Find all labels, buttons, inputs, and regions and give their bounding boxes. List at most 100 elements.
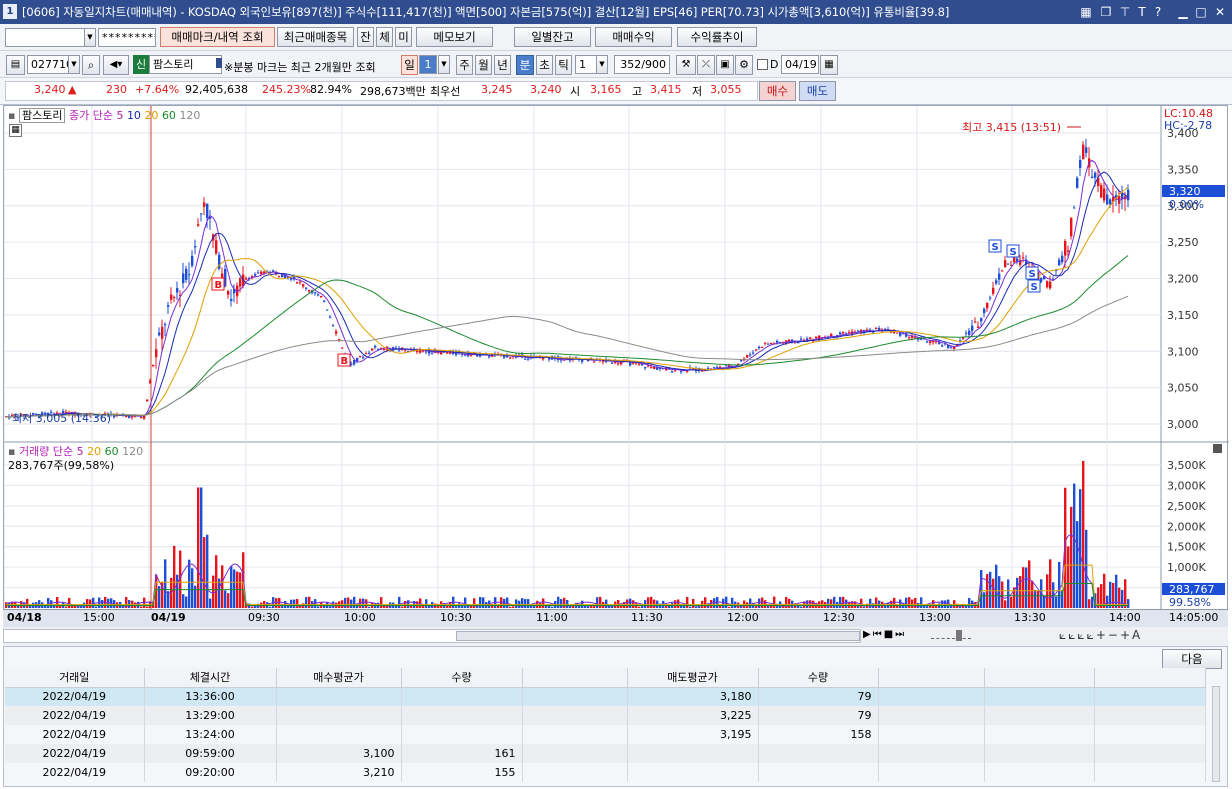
col-buy-qty[interactable]: 수량 [401,668,523,688]
save-icon[interactable]: ▣ [716,55,734,75]
drawing-tools[interactable]: ⟀⟀⟀⟀+−+A [1059,628,1142,643]
period-second-button[interactable]: 초 [536,55,553,75]
period-week-button[interactable]: 주 [456,55,473,75]
period-tick-button[interactable]: 틱 [555,55,572,75]
close-icon[interactable]: ✕ [1212,4,1228,20]
account-input[interactable] [5,28,85,47]
col-buy-avg[interactable]: 매수평균가 [276,668,402,688]
crosshair-icon[interactable]: + [1096,628,1108,642]
volume-bar [863,606,866,608]
gear-icon[interactable]: ⚙ [735,55,753,75]
recent-stocks-button[interactable]: 최근매매종목 [277,27,354,47]
chart-scroll-row: ▶⏮■⏭ ⟀⟀⟀⟀+−+A [3,627,1228,646]
memo-view-button[interactable]: 메모보기 [416,27,493,47]
period-month-button[interactable]: 월 [475,55,492,75]
candle-body [638,363,641,365]
code-dropdown-icon[interactable]: ▼ [68,55,80,74]
candle-body [527,358,530,360]
executed-button[interactable]: 체 [376,27,393,47]
speaker-icon[interactable]: ◀▾ [103,55,129,75]
price-legend-name[interactable]: 팜스토리 [18,108,66,123]
tool-icon[interactable]: ⚒ [676,55,696,75]
interval-dropdown-icon[interactable]: ▼ [596,55,608,74]
tool-a-icon[interactable]: ⟀ [1059,628,1068,642]
period-year-button[interactable]: 년 [494,55,511,75]
stock-code-input[interactable]: 027710 [27,55,69,74]
fast-forward-icon[interactable]: ⏭ [895,629,906,640]
minimize-icon[interactable]: ▁ [1175,4,1191,20]
tool-d-icon[interactable]: ⟀ [1087,628,1096,642]
data-count-input[interactable]: 352/900 [614,55,670,74]
volume-sub-label: 283,767주(99,58%) [8,459,115,472]
calculator-icon[interactable]: ▦ [9,124,22,137]
col-trade-date[interactable]: 거래일 [5,668,145,688]
zoom-slider-handle[interactable] [956,630,962,641]
candle-body [701,370,704,372]
grid-icon[interactable]: ▦ [1078,4,1094,20]
tool-c-icon[interactable]: ⟀ [1077,628,1086,642]
font-icon[interactable]: T [1134,4,1150,20]
day-count-dropdown-icon[interactable]: ▼ [438,55,450,74]
table-row[interactable]: 2022/04/19 09:20:00 3,210 155 [5,763,1206,782]
unexecuted-button[interactable]: 미 [395,27,412,47]
trade-mark-query-button[interactable]: 매매마크/내역 조회 [160,27,275,47]
col-sell-qty[interactable]: 수량 [758,668,879,688]
chart-panel[interactable]: 3,400 3,350 3,300 3,250 3,200 3,150 3,100 3,050… [3,105,1229,628]
account-dropdown-icon[interactable]: ▼ [84,28,96,47]
period-day-button[interactable]: 일 [401,55,418,75]
candle-body [980,317,983,322]
stock-list-icon[interactable]: ▤ [6,55,25,75]
date-input[interactable]: 04/19 [781,55,819,74]
daily-balance-button[interactable]: 일별잔고 [514,27,591,47]
volume-bar [695,606,698,608]
cell-buy-qty: 155 [401,763,523,782]
maximize-icon[interactable]: □ [1193,4,1209,20]
day-count-input[interactable]: 1 [419,55,437,74]
stop-icon[interactable]: ■ [884,629,895,640]
panel-close-icon[interactable] [1213,444,1222,453]
scroll-thumb[interactable] [456,631,860,641]
return-trend-button[interactable]: 수익률추이 [677,27,757,47]
sell-button[interactable]: 매도 [799,81,836,101]
rewind-icon[interactable]: ⏮ [873,629,884,640]
candle-body [764,342,767,344]
table-row[interactable]: 2022/04/19 13:24:00 3,195 158 [5,725,1206,744]
search-icon[interactable]: ⌕ [82,55,100,75]
candle-body [644,367,647,369]
zoom-in-icon[interactable]: + [1120,628,1132,642]
trade-profit-button[interactable]: 매매수익 [595,27,672,47]
stock-name-field[interactable]: 팜스토리 [149,55,222,74]
date-checkbox[interactable] [757,59,768,70]
interval-input[interactable]: 1 [575,55,597,74]
password-input[interactable]: ********* [98,28,156,47]
stock-name-dropdown-icon[interactable] [216,58,222,68]
zoom-out-icon[interactable]: − [1108,628,1120,642]
table-scrollbar[interactable] [1212,686,1220,782]
buy-button[interactable]: 매수 [759,81,796,101]
chart-scrollbar[interactable] [3,629,861,643]
time-tick-label: 04/19 [151,611,186,624]
table-row[interactable]: 2022/04/19 13:36:00 3,180 79 [5,687,1206,706]
balance-button[interactable]: 잔 [357,27,374,47]
next-button[interactable]: 다음 [1162,649,1222,669]
restore-icon[interactable]: ❐ [1098,4,1114,20]
playback-controls[interactable]: ▶⏮■⏭ [863,629,906,640]
table-row[interactable]: 2022/04/19 13:29:00 3,225 79 [5,706,1206,725]
calendar-icon[interactable]: ▦ [820,55,838,75]
period-minute-button[interactable]: 분 [516,55,534,75]
cell-empty [984,687,1095,706]
table-row[interactable]: 2022/04/19 09:59:00 3,100 161 [5,744,1206,763]
candle-body [146,399,149,401]
zoom-slider[interactable] [931,633,971,639]
col-exec-time[interactable]: 체결시간 [144,668,277,688]
volume-bar [875,597,878,608]
step-forward-icon[interactable]: ▶ [863,629,873,640]
pin-icon[interactable]: ⊤ [1117,4,1133,20]
candle-body [995,280,998,284]
price-volume-chart[interactable]: 3,4003,3503,3003,2503,2003,1503,1003,050… [4,106,1229,628]
price-tick-label: 3,150 [1167,309,1199,322]
erase-icon[interactable]: ⤫ [697,55,715,75]
help-icon[interactable]: ? [1150,4,1166,20]
col-sell-avg[interactable]: 매도평균가 [627,668,759,688]
text-tool-icon[interactable]: A [1132,628,1142,642]
